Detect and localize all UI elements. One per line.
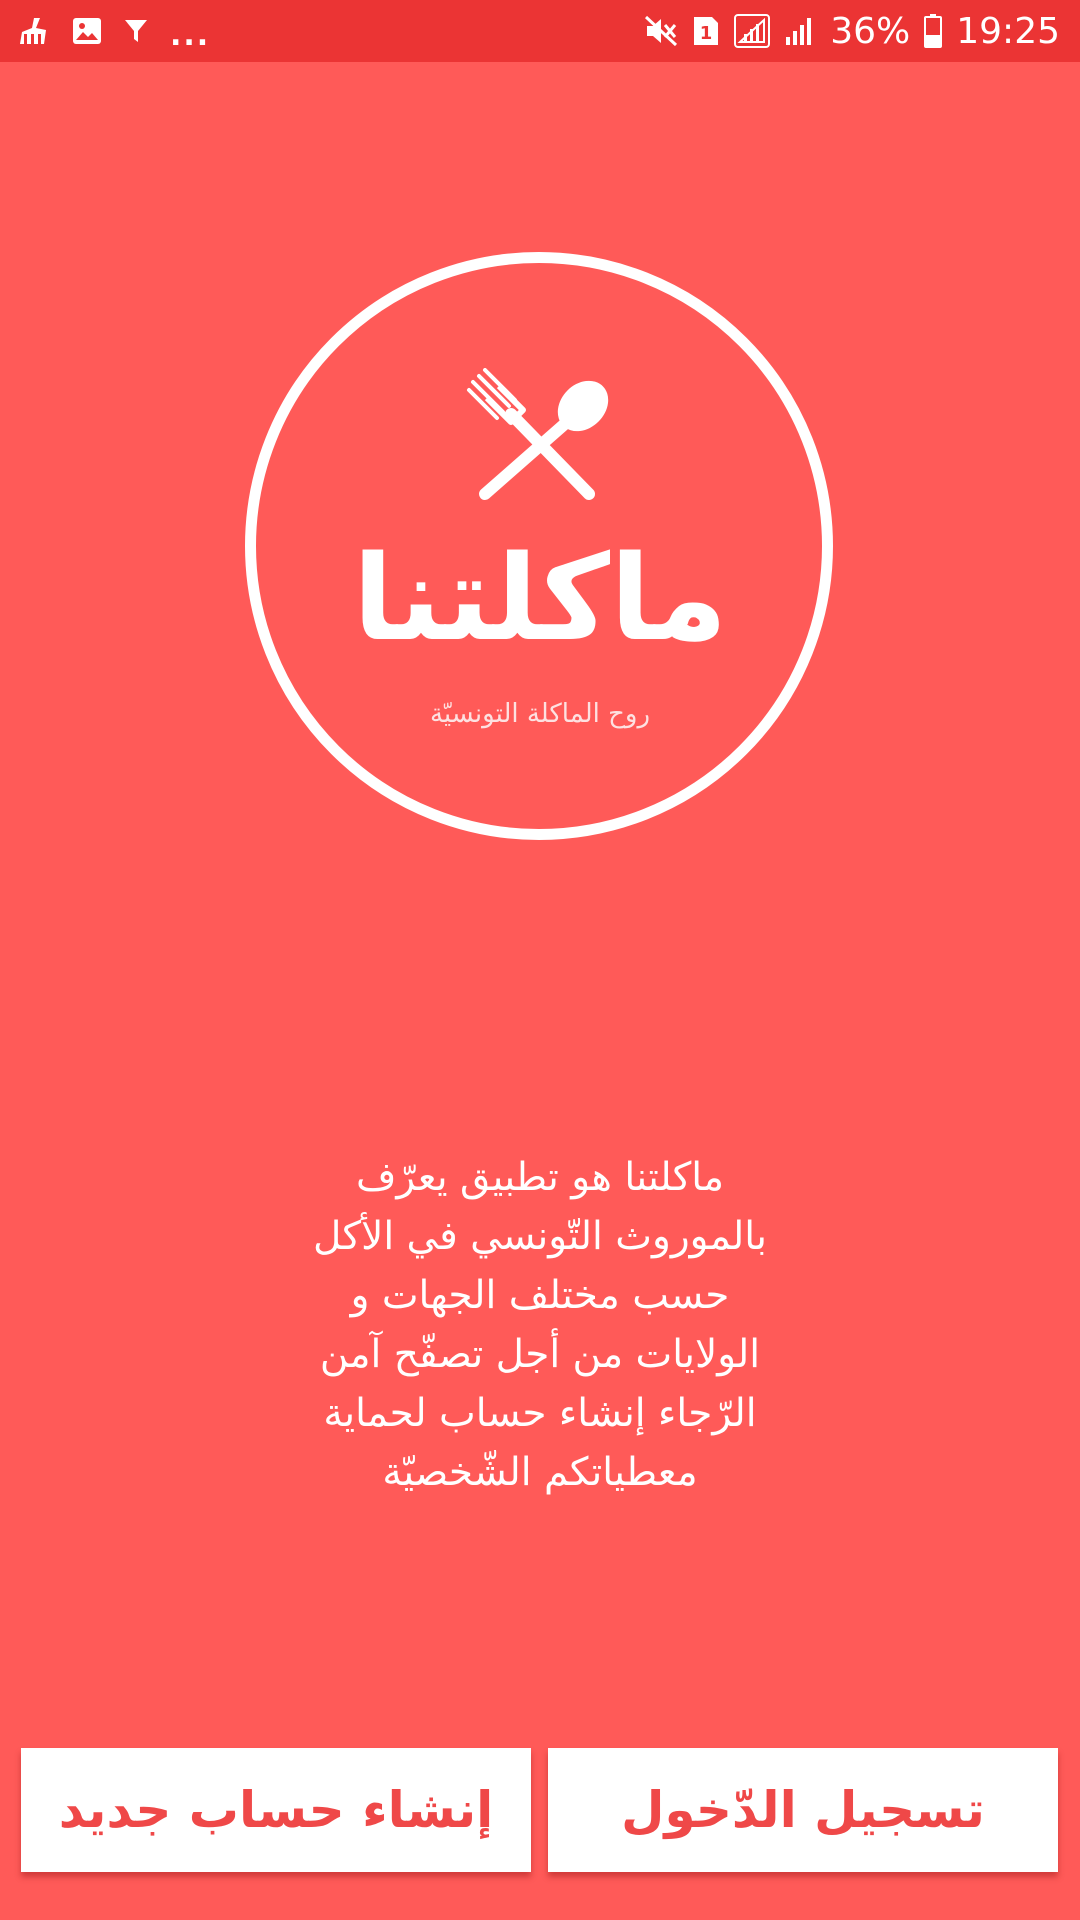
login-button[interactable]: تسجيل الدّخول [548, 1748, 1058, 1872]
app-logo-name: ماكلتنا [352, 529, 728, 667]
signal-icon [784, 15, 816, 47]
svg-text:1: 1 [700, 23, 713, 44]
app-tagline: روح الماكلة التونسيّة [429, 699, 651, 729]
battery-percentage: 36% [830, 10, 911, 52]
image-icon [72, 17, 102, 45]
description-line: بالموروث التّونسي في الأكل [312, 1214, 767, 1259]
description-line: الولايات من أجل تصفّح آمن [319, 1332, 761, 1377]
description-line: معطياتكم الشّخصيّة [382, 1450, 698, 1495]
fork-spoon-icon [467, 368, 609, 500]
sim1-icon: 1 [692, 15, 720, 47]
description-line: الرّجاء إنشاء حساب لحماية [323, 1391, 757, 1436]
status-left: ... [16, 0, 210, 62]
signal-icon [734, 14, 771, 48]
battery-icon [924, 14, 943, 48]
cleaner-icon [16, 16, 50, 46]
create-account-button[interactable]: إنشاء حساب جديد [21, 1748, 531, 1872]
clock: 19:25 [956, 10, 1060, 52]
status-bar: ... 1 36% 19:25 [0, 0, 1080, 62]
description-line: حسب مختلف الجهات و [350, 1273, 730, 1318]
funnel-icon [124, 18, 148, 44]
mute-icon [644, 15, 678, 47]
more-notifications: ... [170, 17, 211, 53]
description-line: ماكلتنا هو تطبيق يعرّف [355, 1155, 725, 1200]
status-right: 1 36% 19:25 [644, 0, 1060, 62]
app-description: ماكلتنا هو تطبيق يعرّف بالموروث التّونسي… [240, 1148, 840, 1502]
